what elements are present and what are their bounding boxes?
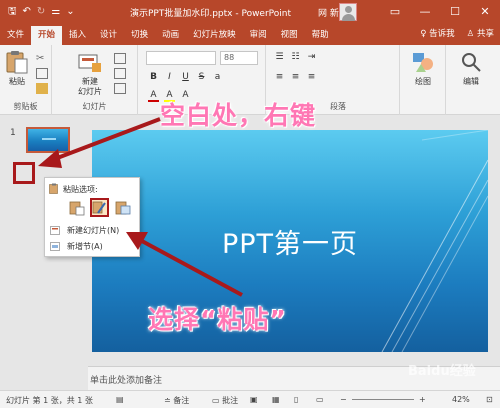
arrow-to-paste-option <box>139 238 243 297</box>
annotation-select-paste: 选择“粘贴” <box>148 305 287 334</box>
arrow-to-blank-area <box>51 117 161 162</box>
annotation-arrows <box>38 117 243 297</box>
watermark: Baidu经验 <box>408 364 476 379</box>
annotation-right-click-blank: 空白处，右键 <box>160 101 317 130</box>
arrow-head-blank-area <box>38 149 62 168</box>
